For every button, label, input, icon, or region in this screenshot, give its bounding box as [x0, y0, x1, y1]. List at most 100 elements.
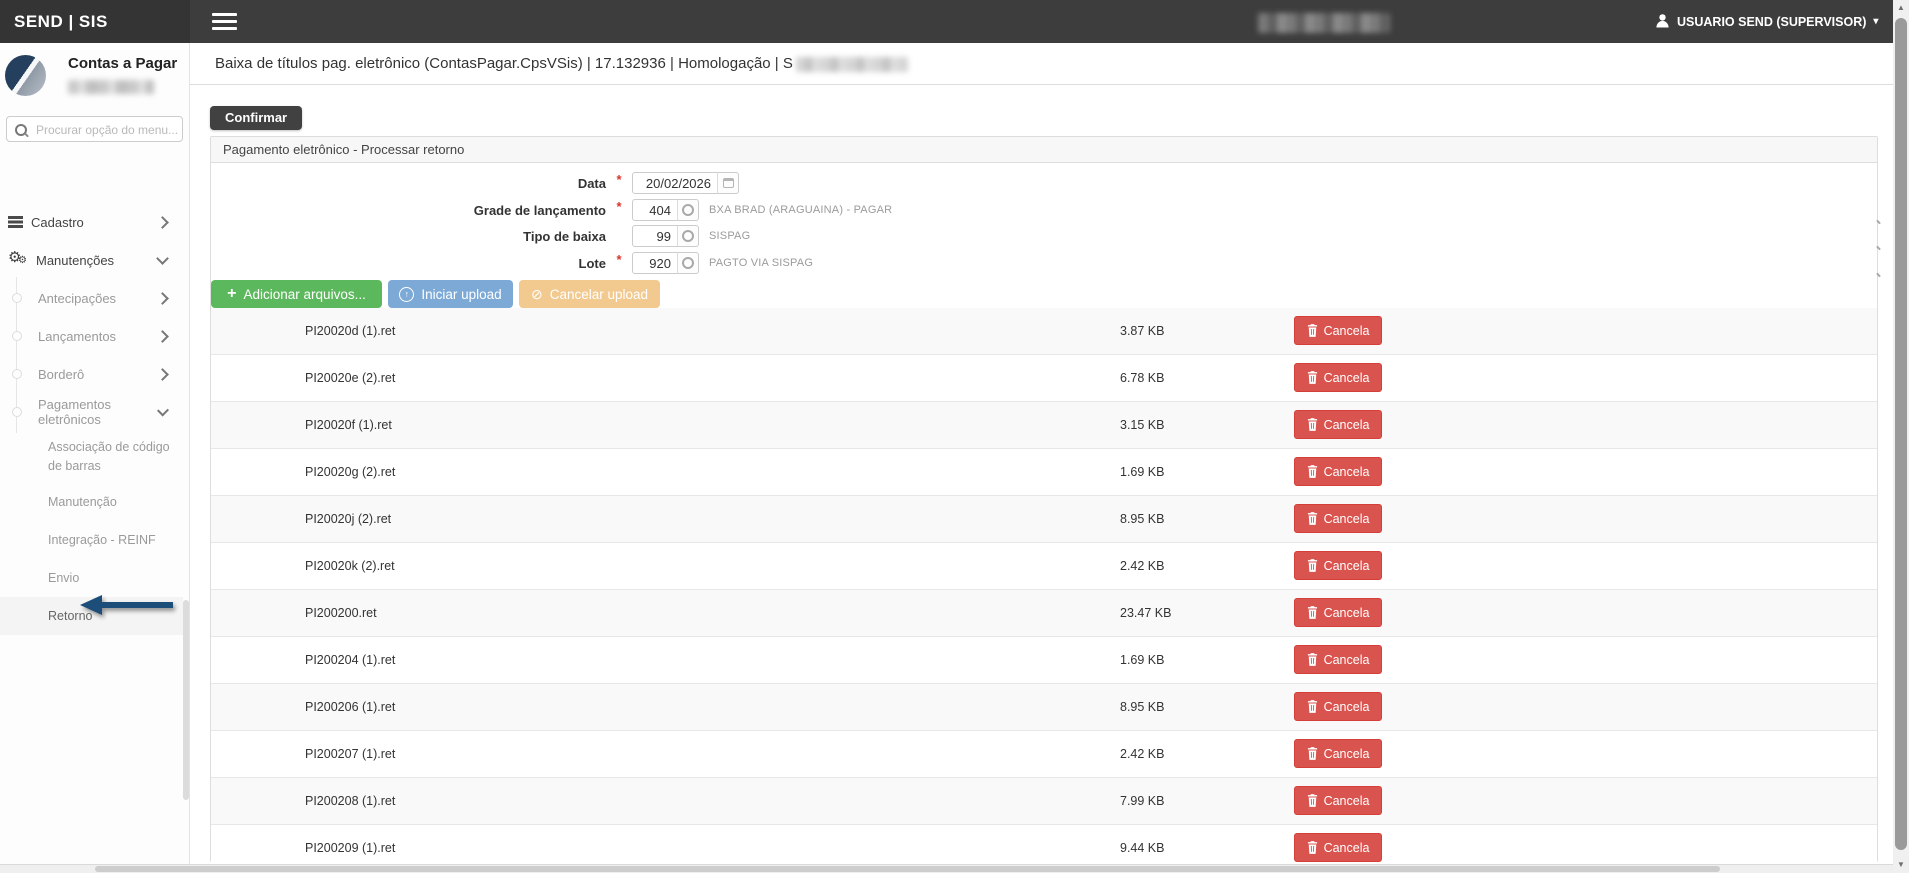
file-size: 8.95 KB	[1120, 496, 1164, 542]
cancel-file-button[interactable]: Cancela	[1294, 645, 1382, 674]
file-size: 3.87 KB	[1120, 308, 1164, 354]
cancel-file-button[interactable]: Cancela	[1294, 833, 1382, 862]
chevron-right-icon	[156, 292, 169, 305]
cancel-file-button[interactable]: Cancela	[1294, 551, 1382, 580]
file-name: PI200206 (1).ret	[305, 684, 395, 730]
lote-field[interactable]	[632, 252, 678, 274]
form-row-grade: Grade de lançamento * BXA BRAD (ARAGUAIN…	[211, 199, 1877, 221]
annotation-arrow	[78, 592, 174, 618]
vertical-scrollbar-thumb[interactable]	[1895, 18, 1907, 850]
file-row: PI200204 (1).ret 1.69 KB Cancela	[211, 637, 1877, 684]
file-row: PI200207 (1).ret 2.42 KB Cancela	[211, 731, 1877, 778]
menu-search	[6, 116, 183, 142]
file-row: PI20020j (2).ret 8.95 KB Cancela	[211, 496, 1877, 543]
file-name: PI20020g (2).ret	[305, 449, 395, 495]
file-name: PI20020f (1).ret	[305, 402, 392, 448]
field-label: Grade de lançamento	[211, 203, 606, 218]
date-field[interactable]	[632, 172, 718, 194]
chevron-right-icon	[156, 330, 169, 343]
start-upload-button[interactable]: ↑ Iniciar upload	[388, 280, 513, 308]
vertical-scrollbar[interactable]: ▲ ▼	[1893, 0, 1909, 873]
chevron-down-icon: ▾	[1873, 16, 1878, 27]
menu-search-input[interactable]	[34, 118, 183, 142]
trash-icon	[1307, 794, 1318, 807]
tipo-baixa-lookup-button[interactable]	[677, 225, 699, 247]
cancel-file-button[interactable]: Cancela	[1294, 504, 1382, 533]
file-size: 2.42 KB	[1120, 731, 1164, 777]
gears-icon: ⚙⚙	[8, 251, 28, 269]
field-label: Tipo de baixa	[211, 229, 606, 244]
cancel-file-button[interactable]: Cancela	[1294, 410, 1382, 439]
file-list: PI20020d (1).ret 3.87 KB Cancela PI20020…	[211, 308, 1877, 872]
cancel-file-button[interactable]: Cancela	[1294, 598, 1382, 627]
cancel-file-button[interactable]: Cancela	[1294, 316, 1382, 345]
file-name: PI200207 (1).ret	[305, 731, 395, 777]
confirm-button[interactable]: Confirmar	[210, 106, 302, 130]
tree-bullet	[12, 293, 22, 303]
plus-icon: +	[227, 287, 236, 301]
search-icon	[15, 124, 27, 136]
sidebar-item-manutencao[interactable]: Manutenção	[0, 483, 183, 521]
cancel-file-button-label: Cancela	[1324, 606, 1370, 620]
file-row: PI200200.ret 23.47 KB Cancela	[211, 590, 1877, 637]
add-files-button[interactable]: + Adicionar arquivos...	[211, 280, 382, 308]
user-icon	[1655, 13, 1670, 31]
file-row: PI200206 (1).ret 8.95 KB Cancela	[211, 684, 1877, 731]
file-size: 7.99 KB	[1120, 778, 1164, 824]
sidebar-scrollbar-thumb[interactable]	[183, 600, 189, 800]
sidebar-item-pagamentos-eletronicos[interactable]: Pagamentos eletrônicos	[0, 393, 183, 431]
cancel-file-button[interactable]: Cancela	[1294, 692, 1382, 721]
file-name: PI20020e (2).ret	[305, 355, 395, 401]
panel-title: Pagamento eletrônico - Processar retorno	[211, 137, 1877, 163]
sidebar-item-antecipacoes[interactable]: Antecipações	[0, 279, 183, 317]
cancel-file-button[interactable]: Cancela	[1294, 457, 1382, 486]
sidebar: Contas a Pagar Cadastro ⚙⚙ Manutenções A…	[0, 43, 190, 873]
redacted-topbar-text	[1258, 13, 1390, 33]
upload-toolbar: + Adicionar arquivos... ↑ Iniciar upload…	[211, 280, 660, 308]
field-label: Data	[211, 176, 606, 191]
sidebar-item-lancamentos[interactable]: Lançamentos	[0, 317, 183, 355]
app-brand: SEND | SIS	[0, 0, 190, 43]
cancel-file-button[interactable]: Cancela	[1294, 363, 1382, 392]
horizontal-scrollbar[interactable]	[0, 864, 1893, 873]
trash-icon	[1307, 559, 1318, 572]
file-size: 2.42 KB	[1120, 543, 1164, 589]
cancel-file-button[interactable]: Cancela	[1294, 786, 1382, 815]
grade-field[interactable]	[632, 199, 678, 221]
cancel-upload-button[interactable]: ⊘ Cancelar upload	[519, 280, 660, 308]
calendar-picker-button[interactable]	[717, 172, 739, 194]
cancel-file-button-label: Cancela	[1324, 747, 1370, 761]
breadcrumb-bar: Baixa de títulos pag. eletrônico (Contas…	[190, 43, 1893, 85]
sidebar-item-integracao-reinf[interactable]: Integração - REINF	[0, 521, 183, 559]
form-row-data: Data *	[211, 172, 1877, 194]
file-row: PI20020g (2).ret 1.69 KB Cancela	[211, 449, 1877, 496]
grade-description: BXA BRAD (ARAGUAINA) - PAGAR	[709, 204, 892, 216]
lote-lookup-button[interactable]	[677, 252, 699, 274]
file-row: PI200208 (1).ret 7.99 KB Cancela	[211, 778, 1877, 825]
cancel-file-button-label: Cancela	[1324, 371, 1370, 385]
user-menu[interactable]: USUARIO SEND (SUPERVISOR) ▾	[1655, 0, 1878, 43]
cancel-file-button-label: Cancela	[1324, 653, 1370, 667]
sidebar-item-bordero[interactable]: Borderô	[0, 355, 183, 393]
scroll-down-button[interactable]: ▼	[1893, 857, 1909, 873]
sidebar-item-cadastro[interactable]: Cadastro	[0, 203, 183, 241]
tipo-baixa-field[interactable]	[632, 225, 678, 247]
grade-lookup-button[interactable]	[677, 199, 699, 221]
hamburger-menu-icon[interactable]	[212, 13, 237, 30]
calendar-icon	[723, 178, 734, 188]
required-asterisk: *	[606, 252, 632, 267]
chevron-down-icon	[156, 252, 169, 265]
sidebar-item-associacao-codigo-barras[interactable]: Associação de código de barras	[0, 431, 183, 483]
file-row: PI20020f (1).ret 3.15 KB Cancela	[211, 402, 1877, 449]
lote-description: PAGTO VIA SISPAG	[709, 257, 813, 269]
redacted-breadcrumb-text	[796, 57, 908, 72]
horizontal-scrollbar-thumb[interactable]	[95, 866, 1720, 872]
chevron-right-icon	[156, 368, 169, 381]
file-name: PI20020d (1).ret	[305, 308, 395, 354]
scroll-up-button[interactable]: ▲	[1893, 0, 1909, 16]
sidebar-item-manutencoes[interactable]: ⚙⚙ Manutenções	[0, 241, 183, 279]
cancel-file-button[interactable]: Cancela	[1294, 739, 1382, 768]
trash-icon	[1307, 606, 1318, 619]
trash-icon	[1307, 418, 1318, 431]
top-bar: SEND | SIS USUARIO SEND (SUPERVISOR) ▾	[0, 0, 1909, 43]
